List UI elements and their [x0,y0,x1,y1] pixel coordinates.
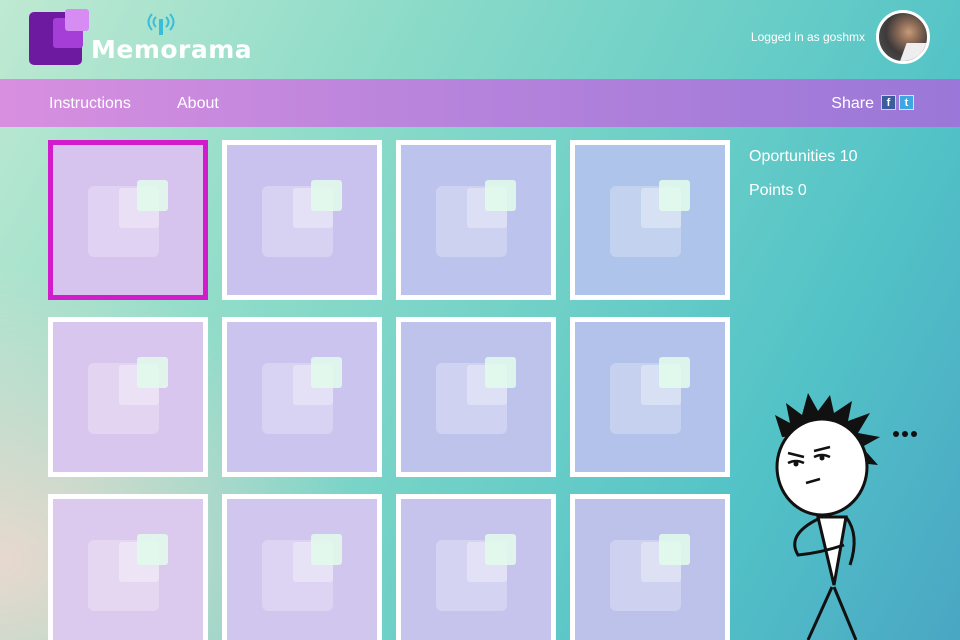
card-face-icon-part [311,357,342,388]
memory-card[interactable] [48,140,208,300]
memory-card[interactable] [48,494,208,640]
card-face-icon-part [659,180,690,211]
memory-card[interactable] [570,317,730,477]
twitter-icon[interactable]: t [899,95,914,110]
memory-card[interactable] [222,317,382,477]
memory-card[interactable] [48,317,208,477]
card-face-icon-part [137,534,168,565]
share-group: Share f t [831,95,914,113]
memory-card[interactable] [396,140,556,300]
brand-name: Memorama [91,35,253,64]
score-panel: Oportunities 10 Points 0 [749,148,858,216]
nav-bar: Instructions About Share f t [0,79,960,127]
memory-card[interactable] [570,140,730,300]
points-counter: Points 0 [749,182,807,199]
share-label: Share [831,95,874,112]
nav-about-link[interactable]: About [177,95,219,113]
thinking-stick-figure [775,393,917,640]
user-info: Logged in as goshmx [751,10,930,64]
memory-card[interactable] [396,317,556,477]
wireless-signal-icon [147,13,175,35]
card-face-icon-part [311,180,342,211]
card-face-icon-part [485,357,516,388]
opportunities-counter: Oportunities 10 [749,148,858,165]
card-face-icon-part [659,357,690,388]
header: Memorama Logged in as goshmx [0,0,960,79]
nav-instructions-link[interactable]: Instructions [49,95,131,113]
figure-head [775,417,869,517]
memory-card[interactable] [222,494,382,640]
avatar-shirt [899,43,927,61]
memory-card[interactable] [570,494,730,640]
thinking-dot [902,431,908,437]
logo[interactable]: Memorama [29,9,252,69]
card-face-icon-part [659,534,690,565]
logo-square-front [65,9,89,31]
card-face-icon-part [485,180,516,211]
card-face-icon-part [137,180,168,211]
card-face-icon-part [485,534,516,565]
facebook-icon[interactable]: f [881,95,896,110]
card-face-icon-part [137,357,168,388]
memory-card[interactable] [396,494,556,640]
avatar[interactable] [876,10,930,64]
thinking-dot [893,431,899,437]
card-face-icon-part [311,534,342,565]
memory-card[interactable] [222,140,382,300]
logged-in-label: Logged in as goshmx [750,30,865,44]
thinking-dot [911,431,917,437]
